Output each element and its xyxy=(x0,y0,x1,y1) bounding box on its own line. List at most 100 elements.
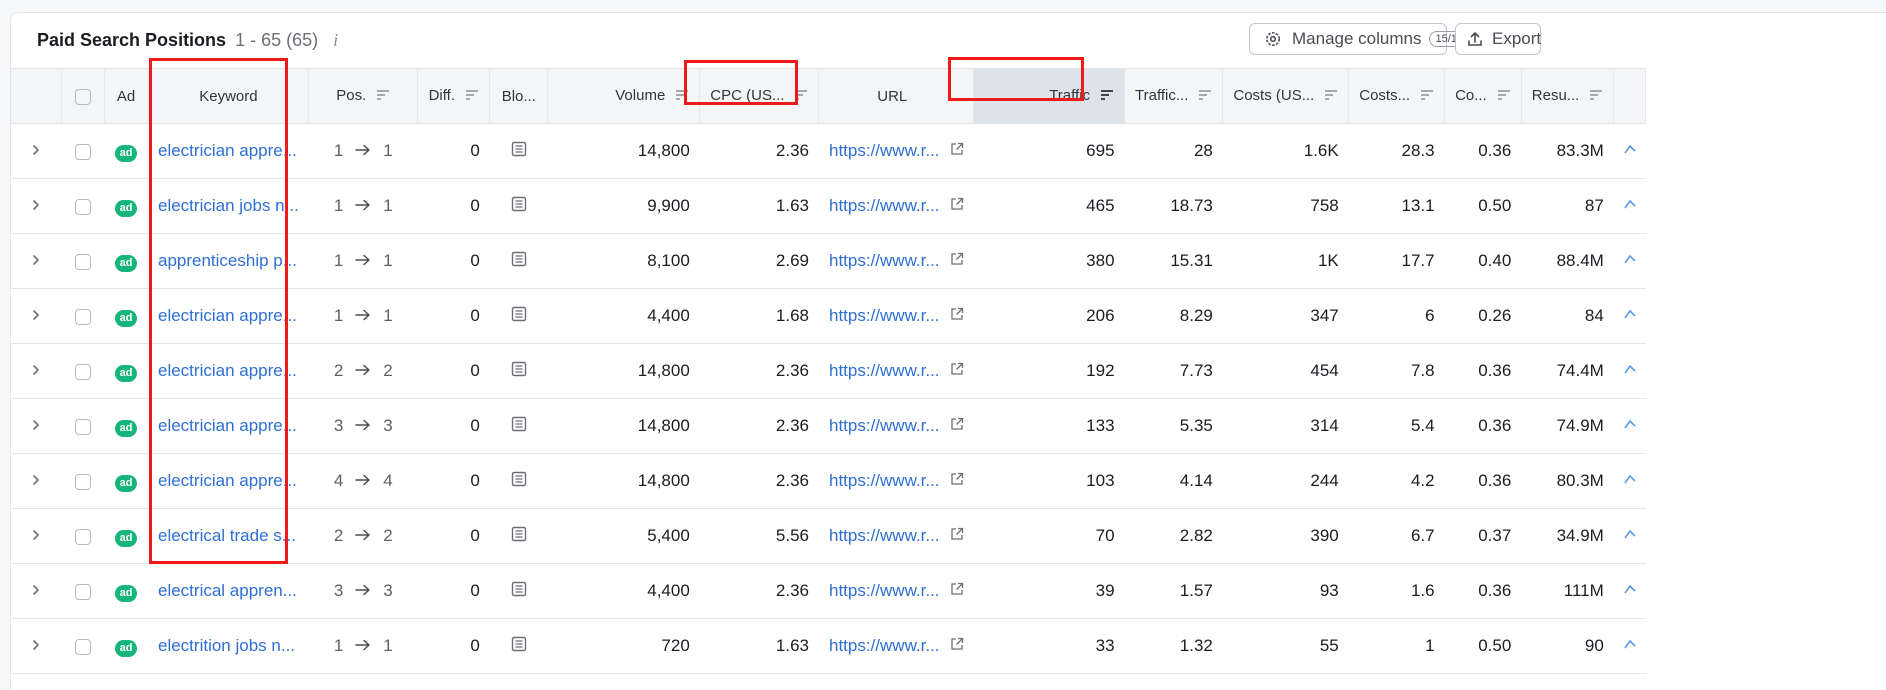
header-results[interactable]: Resu... xyxy=(1521,68,1615,124)
header-competition[interactable]: Co... xyxy=(1444,68,1522,124)
url-link[interactable]: https://www.r... xyxy=(829,361,940,381)
header-cpc[interactable]: CPC (US... xyxy=(699,68,820,124)
header-traffic-percent[interactable]: Traffic... xyxy=(1124,68,1224,124)
url-cell[interactable]: https://www.r... xyxy=(818,123,974,179)
expand-chevron-icon[interactable] xyxy=(11,123,61,179)
row-checkbox[interactable] xyxy=(74,473,91,490)
keyword-cell[interactable]: apprenticeship p... xyxy=(148,233,309,289)
external-link-icon[interactable] xyxy=(950,196,964,216)
keyword-cell[interactable]: electrician appre... xyxy=(148,288,309,344)
expand-chevron-icon[interactable] xyxy=(11,398,61,454)
serp-features-cell[interactable] xyxy=(489,233,548,289)
url-link[interactable]: https://www.r... xyxy=(829,581,940,601)
row-checkbox[interactable] xyxy=(74,198,91,215)
serp-features-icon[interactable] xyxy=(511,636,527,656)
expand-chevron-icon[interactable] xyxy=(11,618,61,674)
expand-chevron-icon[interactable] xyxy=(11,288,61,344)
serp-features-cell[interactable] xyxy=(489,288,548,344)
header-difficulty[interactable]: Diff. xyxy=(417,68,491,124)
serp-features-cell[interactable] xyxy=(489,563,548,619)
keyword-link[interactable]: electrician appre... xyxy=(158,471,297,490)
serp-features-icon[interactable] xyxy=(511,251,527,271)
row-checkbox-cell[interactable] xyxy=(61,343,104,399)
serp-features-icon[interactable] xyxy=(511,581,527,601)
serp-features-cell[interactable] xyxy=(489,178,548,234)
header-costs[interactable]: Costs (US... xyxy=(1222,68,1350,124)
expand-chevron-icon[interactable] xyxy=(11,178,61,234)
external-link-icon[interactable] xyxy=(950,416,964,436)
export-button[interactable]: Export xyxy=(1455,23,1541,55)
url-cell[interactable]: https://www.r... xyxy=(818,618,974,674)
header-volume[interactable]: Volume xyxy=(547,68,701,124)
keyword-cell[interactable]: electrician appre... xyxy=(148,123,309,179)
keyword-link[interactable]: electrician appre... xyxy=(158,361,297,380)
table-row[interactable]: ad electrical appren... 3 3 0 4,400 2.36… xyxy=(11,563,1646,619)
row-checkbox[interactable] xyxy=(74,638,91,655)
keyword-link[interactable]: electrician jobs n... xyxy=(158,196,299,215)
header-traffic[interactable]: Traffic xyxy=(973,68,1126,124)
external-link-icon[interactable] xyxy=(950,361,964,381)
serp-features-cell[interactable] xyxy=(489,618,548,674)
table-row[interactable]: ad electrician appre... 3 3 0 14,800 2.3… xyxy=(11,398,1646,454)
table-row[interactable]: ad apprenticeship p... 1 1 0 8,100 2.69 … xyxy=(11,233,1646,289)
select-all-checkbox[interactable] xyxy=(74,88,91,105)
row-checkbox-cell[interactable] xyxy=(61,288,104,344)
serp-features-cell[interactable] xyxy=(489,123,548,179)
row-checkbox-cell[interactable] xyxy=(61,563,104,619)
keyword-link[interactable]: electrition jobs n... xyxy=(158,636,295,655)
keyword-cell[interactable]: electrician appre... xyxy=(148,343,309,399)
expand-chevron-icon[interactable] xyxy=(11,453,61,509)
keyword-link[interactable]: electrician appre... xyxy=(158,141,297,160)
keyword-cell[interactable]: electrition jobs n... xyxy=(148,618,309,674)
header-url[interactable]: URL xyxy=(818,68,975,124)
row-checkbox[interactable] xyxy=(74,253,91,270)
keyword-cell[interactable]: electrician appre... xyxy=(148,453,309,509)
table-row[interactable]: ad electrician appre... 2 2 0 14,800 2.3… xyxy=(11,343,1646,399)
row-checkbox-cell[interactable] xyxy=(61,398,104,454)
url-cell[interactable]: https://www.r... xyxy=(818,233,974,289)
header-costs-percent[interactable]: Costs... xyxy=(1348,68,1446,124)
serp-features-icon[interactable] xyxy=(511,196,527,216)
expand-chevron-icon[interactable] xyxy=(11,233,61,289)
serp-features-cell[interactable] xyxy=(489,343,548,399)
table-row[interactable]: ad electrition jobs n... 1 1 0 720 1.63 … xyxy=(11,618,1646,674)
table-row[interactable]: ad electrician appre... 1 1 0 14,800 2.3… xyxy=(11,123,1646,179)
keyword-link[interactable]: apprenticeship p... xyxy=(158,251,297,270)
row-checkbox[interactable] xyxy=(74,363,91,380)
url-link[interactable]: https://www.r... xyxy=(829,471,940,491)
table-row[interactable]: ad electrician appre... 1 1 0 4,400 1.68… xyxy=(11,288,1646,344)
external-link-icon[interactable] xyxy=(950,636,964,656)
url-link[interactable]: https://www.r... xyxy=(829,636,940,656)
row-checkbox-cell[interactable] xyxy=(61,233,104,289)
row-checkbox[interactable] xyxy=(74,418,91,435)
row-checkbox[interactable] xyxy=(74,308,91,325)
external-link-icon[interactable] xyxy=(950,251,964,271)
table-row[interactable]: ad electrician jobs n... 1 1 0 9,900 1.6… xyxy=(11,178,1646,234)
url-cell[interactable]: https://www.r... xyxy=(818,288,974,344)
manage-columns-button[interactable]: Manage columns 15/17 xyxy=(1249,23,1469,55)
table-row[interactable]: ad electrician appre... 4 4 0 14,800 2.3… xyxy=(11,453,1646,509)
keyword-cell[interactable]: electrician appre... xyxy=(148,398,309,454)
url-link[interactable]: https://www.r... xyxy=(829,306,940,326)
header-position[interactable]: Pos. xyxy=(308,68,419,124)
row-checkbox-cell[interactable] xyxy=(61,123,104,179)
url-cell[interactable]: https://www.r... xyxy=(818,508,974,564)
keyword-link[interactable]: electrical trade s... xyxy=(158,526,296,545)
url-link[interactable]: https://www.r... xyxy=(829,141,940,161)
serp-features-icon[interactable] xyxy=(511,526,527,546)
expand-chevron-icon[interactable] xyxy=(11,508,61,564)
serp-features-cell[interactable] xyxy=(489,508,548,564)
external-link-icon[interactable] xyxy=(950,306,964,326)
header-keyword[interactable]: Keyword xyxy=(148,68,310,124)
row-checkbox-cell[interactable] xyxy=(61,508,104,564)
expand-chevron-icon[interactable] xyxy=(11,563,61,619)
url-cell[interactable]: https://www.r... xyxy=(818,178,974,234)
url-cell[interactable]: https://www.r... xyxy=(818,343,974,399)
expand-chevron-icon[interactable] xyxy=(11,343,61,399)
url-link[interactable]: https://www.r... xyxy=(829,526,940,546)
external-link-icon[interactable] xyxy=(950,526,964,546)
keyword-cell[interactable]: electrical appren... xyxy=(148,563,309,619)
keyword-cell[interactable]: electrical trade s... xyxy=(148,508,309,564)
serp-features-cell[interactable] xyxy=(489,398,548,454)
row-checkbox-cell[interactable] xyxy=(61,618,104,674)
